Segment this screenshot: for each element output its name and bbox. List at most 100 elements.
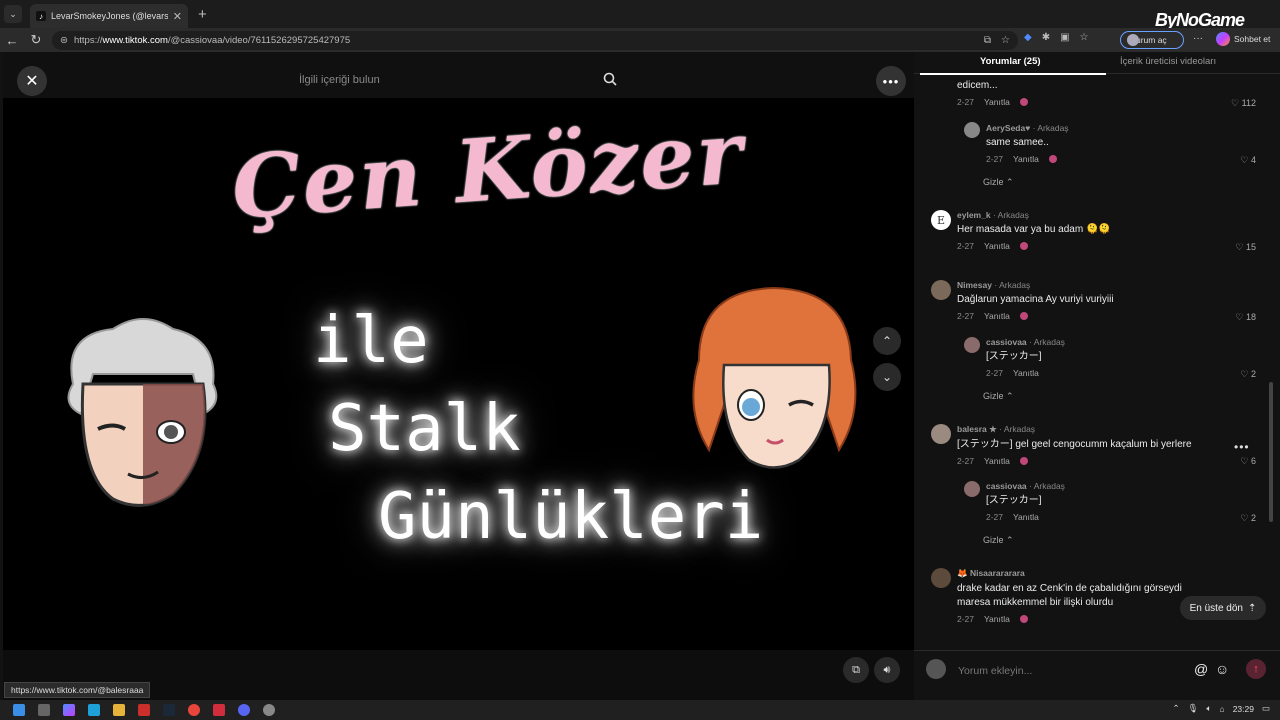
comment-date: 2-27 <box>986 154 1004 164</box>
obs-icon[interactable] <box>263 704 275 716</box>
chevron-up-icon[interactable]: ⌃ <box>1173 703 1180 714</box>
avatar[interactable] <box>931 568 951 588</box>
reply-button[interactable]: Yanıtla <box>984 97 1010 107</box>
open-in-app-icon[interactable]: ⧉ <box>984 35 991 46</box>
reply-item: cassiovaa · Arkadaş [ステッカー] 2-27 Yanıtla <box>986 337 1246 378</box>
notification-icon[interactable]: ▭ <box>1262 703 1270 714</box>
extension-shield-icon[interactable]: ◆ <box>1024 32 1032 43</box>
back-to-top-button[interactable]: En üste dön ⇡ <box>1180 596 1266 620</box>
comment-username: AerySeda♥ · Arkadaş <box>986 123 1069 133</box>
tab-list-button[interactable]: ⌄ <box>4 5 22 23</box>
tab-comments[interactable]: Yorumlar (25) <box>980 56 1041 67</box>
reload-icon[interactable]: ↻ <box>24 32 48 48</box>
speaker-icon[interactable]: 🔈︎ <box>1206 703 1211 714</box>
like-button[interactable]: ♡ 112 <box>1231 98 1256 109</box>
signin-button[interactable]: Oturum aç <box>1120 31 1184 49</box>
arrow-up-icon: ↑ <box>1253 663 1259 675</box>
like-button[interactable]: ♡ 6 <box>1240 456 1256 467</box>
search-input[interactable]: İlgili içeriği bulun <box>299 74 380 86</box>
close-tab-icon[interactable]: ✕ <box>173 10 182 23</box>
hide-replies-button[interactable]: Gizle ⌃ <box>983 535 1014 546</box>
heart-icon: ♡ <box>1240 155 1249 165</box>
microphone-icon[interactable]: 🎙︎ <box>1188 703 1199 714</box>
heart-badge-icon <box>1019 615 1028 623</box>
split-screen-icon[interactable]: ▣ <box>1060 32 1069 43</box>
avatar[interactable] <box>931 280 951 300</box>
like-button[interactable]: ♡ 2 <box>1240 513 1256 524</box>
reply-button[interactable]: Yanıtla <box>984 614 1010 624</box>
copilot-taskbar-icon[interactable] <box>63 704 75 716</box>
link-status-tooltip: https://www.tiktok.com/@balesraaa <box>4 682 151 698</box>
chat-label: Sohbet et <box>1234 34 1271 44</box>
avatar[interactable] <box>964 481 980 497</box>
browser-menu-icon[interactable]: ··· <box>1193 33 1203 44</box>
file-explorer-icon[interactable] <box>113 704 125 716</box>
start-icon[interactable] <box>13 704 25 716</box>
comment-username: eylem_k · Arkadaş <box>957 210 1029 220</box>
glow-text-line-2: Stalk <box>328 392 521 466</box>
url-input[interactable]: ⊜ https://www.tiktok.com/@cassiovaa/vide… <box>52 31 1018 50</box>
bookmark-star-icon[interactable]: ☆ <box>1001 35 1010 46</box>
comment-username: cassiovaa · Arkadaş <box>986 337 1065 347</box>
copilot-chat-button[interactable]: Sohbet et <box>1216 32 1270 46</box>
mention-icon[interactable]: @ <box>1194 661 1208 677</box>
site-info-icon[interactable]: ⊜ <box>60 35 68 46</box>
send-comment-button[interactable]: ↑ <box>1246 659 1266 679</box>
url-path: /@cassiovaa/video/7611526295725427975 <box>167 35 351 46</box>
app-icon[interactable] <box>138 704 150 716</box>
steam-icon[interactable] <box>163 704 175 716</box>
comments-scrollbar[interactable] <box>1269 382 1273 522</box>
hide-replies-button[interactable]: Gizle ⌃ <box>983 391 1014 402</box>
like-count: 4 <box>1250 155 1256 165</box>
close-video-button[interactable]: ✕ <box>17 66 47 96</box>
like-button[interactable]: ♡ 18 <box>1235 312 1256 323</box>
reply-button[interactable]: Yanıtla <box>984 311 1010 321</box>
hide-replies-button[interactable]: Gizle ⌃ <box>983 177 1014 188</box>
back-arrow-icon[interactable]: ← <box>0 33 24 48</box>
clock-time[interactable]: 23:29 <box>1233 704 1254 714</box>
browser-tab-active[interactable]: ♪ LevarSmokeyJones (@levarsmokeyjo ✕ <box>30 4 188 28</box>
task-view-icon[interactable] <box>38 704 50 716</box>
avatar[interactable] <box>931 424 951 444</box>
comment-text: [ステッカー] <box>986 495 1042 506</box>
avatar[interactable]: E <box>931 210 951 230</box>
new-tab-icon[interactable]: + <box>198 6 207 23</box>
picture-in-picture-button[interactable]: ⧉ <box>843 657 869 683</box>
next-video-button[interactable]: ⌄ <box>873 363 901 391</box>
search-icon[interactable] <box>603 72 617 86</box>
comment-text: Her masada var ya bu adam 🫠🫠 <box>957 224 1111 235</box>
avatar[interactable] <box>964 122 980 138</box>
volume-button[interactable]: 🔊︎ <box>874 657 900 683</box>
extensions-puzzle-icon[interactable]: ✱ <box>1042 32 1050 43</box>
tab-creator-videos[interactable]: İçerik üreticisi videoları <box>1120 56 1216 67</box>
like-button[interactable]: ♡ 15 <box>1235 242 1256 253</box>
reply-button[interactable]: Yanıtla <box>984 456 1010 466</box>
video-title-script: Çen Közer <box>228 102 748 239</box>
comment-input[interactable]: Yorum ekleyin... <box>958 665 1032 677</box>
avatar[interactable] <box>964 337 980 353</box>
reply-button[interactable]: Yanıtla <box>1013 154 1039 164</box>
previous-video-button[interactable]: ⌃ <box>873 327 901 355</box>
adobe-icon[interactable] <box>213 704 225 716</box>
favorites-icon[interactable]: ☆ <box>1080 32 1089 43</box>
like-count: 2 <box>1250 513 1256 523</box>
like-count: 18 <box>1245 312 1256 322</box>
chrome-icon[interactable] <box>188 704 200 716</box>
emoji-icon[interactable]: ☺ <box>1215 661 1229 677</box>
reply-button[interactable]: Yanıtla <box>1013 368 1039 378</box>
edge-icon[interactable] <box>88 704 100 716</box>
like-button[interactable]: ♡ 2 <box>1240 369 1256 380</box>
heart-icon: ♡ <box>1240 513 1249 523</box>
comment-more-options-icon[interactable]: ••• <box>1234 440 1250 454</box>
like-count: 15 <box>1245 242 1256 252</box>
reply-button[interactable]: Yanıtla <box>984 241 1010 251</box>
comment-item: edicem... 2-27 Yanıtla <box>957 76 1257 107</box>
network-icon[interactable]: ⌂ <box>1220 704 1225 714</box>
video-player[interactable]: ✕ İlgili içeriği bulun ••• Çen Közer ile… <box>3 52 914 700</box>
video-more-options-button[interactable]: ••• <box>876 66 906 96</box>
reply-button[interactable]: Yanıtla <box>1013 512 1039 522</box>
comment-item: eylem_k · Arkadaş Her masada var ya bu a… <box>957 210 1237 251</box>
heart-icon: ♡ <box>1231 98 1240 108</box>
discord-icon[interactable] <box>238 704 250 716</box>
like-button[interactable]: ♡ 4 <box>1240 155 1256 166</box>
